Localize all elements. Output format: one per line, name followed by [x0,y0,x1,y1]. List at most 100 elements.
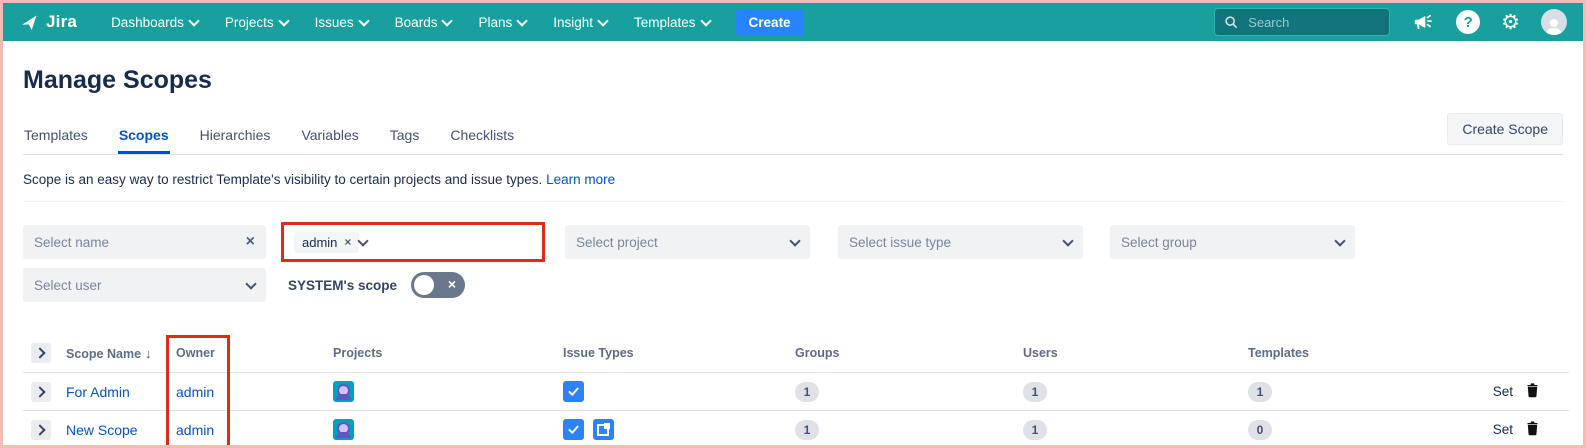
user-filter-placeholder: Select user [34,278,247,293]
name-filter-select[interactable]: Select name × [23,225,266,259]
expand-row-button[interactable] [31,382,51,402]
expand-row-button[interactable] [31,420,51,440]
delete-trash-icon[interactable] [1525,382,1540,398]
tabs-bar: Templates Scopes Hierarchies Variables T… [23,121,1563,155]
app-window: Jira Dashboards Projects Issues Boards P… [0,0,1586,448]
set-action-link[interactable]: Set [1493,422,1513,437]
groups-count-badge: 1 [795,420,819,440]
create-button[interactable]: Create [736,9,804,36]
tab-variables[interactable]: Variables [300,121,359,154]
group-filter-placeholder: Select group [1121,235,1336,250]
system-scope-label: SYSTEM's scope [288,278,397,293]
icon-shape [604,423,610,429]
chevron-down-icon [597,15,608,26]
nav-item-label: Projects [225,15,274,30]
project-avatar-icon[interactable] [333,381,354,402]
description-text: Scope is an easy way to restrict Templat… [23,172,542,187]
system-scope-toggle[interactable]: × [411,272,465,298]
nav-item-projects[interactable]: Projects [225,15,288,30]
delete-trash-icon[interactable] [1525,420,1540,436]
project-filter-select[interactable]: Select project [565,225,810,259]
col-header-groups: Groups [793,338,1021,373]
toggle-knob [414,275,434,295]
col-header-users: Users [1021,338,1246,373]
learn-more-link[interactable]: Learn more [546,172,615,187]
nav-item-boards[interactable]: Boards [395,15,452,30]
scope-description: Scope is an easy way to restrict Templat… [23,172,1563,187]
search-input[interactable] [1246,14,1360,31]
nav-item-dashboards[interactable]: Dashboards [111,15,198,30]
scopes-table: Scope Name↓ Owner Projects Issue Types G… [23,338,1569,448]
nav-item-label: Issues [315,15,354,30]
filters-row-1: Select name × admin × Select project [23,222,1563,262]
tab-scopes[interactable]: Scopes [118,121,170,154]
expand-all-button[interactable] [31,343,51,363]
col-header-issue-types: Issue Types [561,338,793,373]
owner-filter-highlight-annotation: admin × [281,222,545,262]
nav-item-issues[interactable]: Issues [315,15,368,30]
avatar-body [336,394,351,400]
jira-brand[interactable]: Jira [19,12,77,33]
chevron-down-icon [789,235,800,246]
chevron-down-icon [358,15,369,26]
task-issue-type-icon[interactable] [563,381,584,402]
help-icon[interactable]: ? [1456,10,1480,34]
col-header-owner[interactable]: Owner [168,338,331,373]
chevron-down-icon [1334,235,1345,246]
jira-logo-icon [19,12,40,33]
nav-item-plans[interactable]: Plans [478,15,526,30]
tag-remove-icon[interactable]: × [344,235,351,249]
nav-item-label: Plans [478,15,512,30]
set-action-link[interactable]: Set [1493,384,1513,399]
owner-link[interactable]: admin [176,384,214,400]
chevron-right-icon [34,424,45,435]
tab-templates[interactable]: Templates [23,121,89,154]
page-content: Manage Scopes Templates Scopes Hierarchi… [3,66,1583,448]
scope-name-link[interactable]: New Scope [66,422,138,438]
sort-descending-icon[interactable]: ↓ [145,346,152,361]
tab-tags[interactable]: Tags [389,121,421,154]
create-scope-button[interactable]: Create Scope [1447,113,1563,145]
issue-type-filter-select[interactable]: Select issue type [838,225,1083,259]
brand-name: Jira [46,12,77,32]
groups-count-badge: 1 [795,382,819,402]
nav-item-label: Dashboards [111,15,184,30]
announcements-megaphone-icon[interactable] [1411,11,1435,33]
chevron-down-icon [245,278,256,289]
table-header-row: Scope Name↓ Owner Projects Issue Types G… [23,338,1569,373]
search-icon [1224,15,1238,29]
nav-item-label: Boards [395,15,438,30]
nav-item-insight[interactable]: Insight [553,15,607,30]
clear-icon[interactable]: × [246,233,255,251]
page-title: Manage Scopes [23,66,1563,95]
nav-item-templates[interactable]: Templates [634,15,710,30]
task-issue-type-icon[interactable] [563,419,584,440]
section-divider [23,201,1563,202]
tab-hierarchies[interactable]: Hierarchies [199,121,272,154]
templates-count-badge: 0 [1248,420,1272,440]
user-avatar[interactable] [1541,9,1567,35]
chevron-down-icon [188,15,199,26]
global-search[interactable] [1214,8,1390,36]
nav-menu: Dashboards Projects Issues Boards Plans … [111,15,709,30]
col-header-scope-name[interactable]: Scope Name↓ [63,338,168,373]
scopes-table-wrap: Scope Name↓ Owner Projects Issue Types G… [23,338,1563,448]
group-filter-select[interactable]: Select group [1110,225,1355,259]
scope-name-link[interactable]: For Admin [66,384,130,400]
settings-gear-icon[interactable]: ⚙ [1501,12,1520,33]
tab-checklists[interactable]: Checklists [449,121,515,154]
help-glyph: ? [1464,14,1473,31]
avatar-body [336,432,351,438]
owner-link[interactable]: admin [176,422,214,438]
nav-item-label: Templates [634,15,696,30]
issue-type-filter-placeholder: Select issue type [849,235,1064,250]
nav-item-label: Insight [553,15,593,30]
feature-issue-type-icon[interactable] [593,419,614,440]
owner-filter-select[interactable]: admin × [284,225,542,259]
user-filter-select[interactable]: Select user [23,268,266,302]
name-filter-placeholder: Select name [34,235,246,250]
chevron-down-icon [1062,235,1073,246]
chevron-right-icon [34,386,45,397]
project-avatar-icon[interactable] [333,419,354,440]
owner-tag-label: admin [302,235,337,250]
